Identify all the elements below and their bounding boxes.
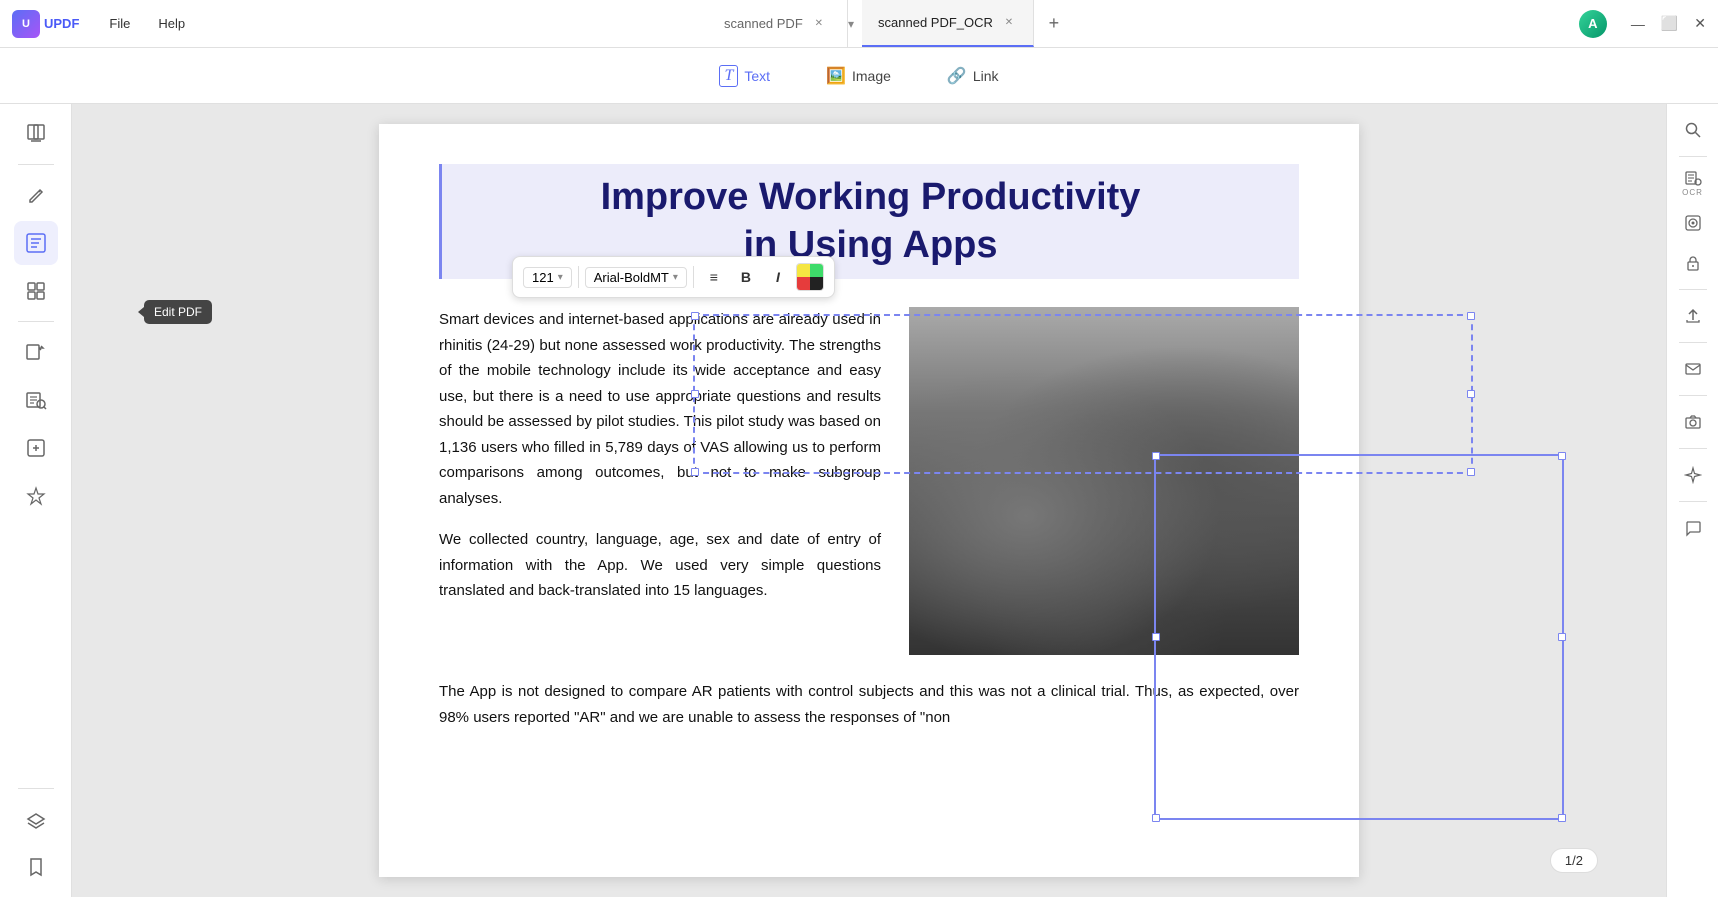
text-tool-button[interactable]: T Text [707, 59, 782, 93]
pdf-paragraph-1: Smart devices and internet-based applica… [439, 307, 881, 511]
sidebar-item-bookmarks[interactable] [14, 845, 58, 889]
main-toolbar: T Text 🖼️ Image 🔗 Link [0, 48, 1718, 104]
resize-handle-mr[interactable] [1467, 390, 1475, 398]
file-menu[interactable]: File [95, 12, 144, 35]
tab-dropdown-icon[interactable]: ▾ [848, 17, 854, 31]
right-divider-4 [1679, 395, 1707, 396]
sidebar-item-compress[interactable] [14, 426, 58, 470]
sidebar-item-convert[interactable] [14, 330, 58, 374]
search-icon-right[interactable] [1675, 112, 1711, 148]
font-name-select[interactable]: Arial-BoldMT ▾ [585, 267, 687, 288]
sidebar-divider-2 [18, 321, 54, 322]
sidebar-divider-3 [18, 788, 54, 789]
page-number-badge: 1/2 [1550, 848, 1598, 873]
minimize-button[interactable]: — [1631, 16, 1645, 32]
close-button[interactable]: ✕ [1694, 15, 1706, 32]
sidebar-item-annotate[interactable] [14, 173, 58, 217]
pdf-content: Improve Working Productivity in Using Ap… [379, 124, 1359, 770]
pdf-document: Improve Working Productivity in Using Ap… [379, 124, 1359, 877]
pdf-embedded-image [909, 307, 1299, 655]
align-button[interactable]: ≡ [700, 263, 728, 291]
right-divider-5 [1679, 448, 1707, 449]
tab-scanned-pdf-ocr[interactable]: scanned PDF_OCR ✕ [862, 0, 1034, 47]
sidebar-item-ocr[interactable] [14, 378, 58, 422]
pdf-image-column [909, 307, 1299, 655]
scan-icon-right[interactable] [1675, 205, 1711, 241]
title-bar: U UPDF File Help scanned PDF ✕ ▾ scanned… [0, 0, 1718, 48]
right-divider-6 [1679, 501, 1707, 502]
pdf-footer-paragraph: The App is not designed to compare AR pa… [439, 679, 1299, 730]
ocr-right-icon[interactable]: OCR [1675, 165, 1711, 201]
toolbar-divider-2 [693, 266, 694, 288]
image-scene [909, 307, 1299, 655]
edit-pdf-tooltip: Edit PDF [144, 300, 212, 324]
italic-button[interactable]: I [764, 263, 792, 291]
sparkle-icon-right[interactable] [1675, 457, 1711, 493]
main-layout: 121 ▾ Arial-BoldMT ▾ ≡ B I Edit PDF [0, 104, 1718, 897]
sidebar-item-reader[interactable] [14, 112, 58, 156]
camera-icon-right[interactable] [1675, 404, 1711, 440]
bold-button[interactable]: B [732, 263, 760, 291]
pdf-paragraph-2: We collected country, language, age, sex… [439, 527, 881, 604]
font-size-select[interactable]: 121 ▾ [523, 267, 572, 288]
img-resize-mr[interactable] [1558, 633, 1566, 641]
ocr-right-label: OCR [1682, 188, 1703, 197]
left-sidebar [0, 104, 72, 897]
sidebar-divider-1 [18, 164, 54, 165]
maximize-button[interactable]: ⬜ [1661, 15, 1678, 32]
img-resize-tr[interactable] [1558, 452, 1566, 460]
right-divider-1 [1679, 156, 1707, 157]
content-area: 121 ▾ Arial-BoldMT ▾ ≡ B I Edit PDF [72, 104, 1666, 897]
font-size-arrow: ▾ [558, 272, 563, 283]
right-sidebar: OCR [1666, 104, 1718, 897]
tab1-close-icon[interactable]: ✕ [811, 16, 827, 32]
link-tool-icon: 🔗 [947, 66, 967, 86]
chat-icon-right[interactable] [1675, 510, 1711, 546]
user-avatar[interactable]: A [1579, 10, 1607, 38]
help-menu[interactable]: Help [144, 12, 199, 35]
window-controls: — ⬜ ✕ [1631, 15, 1706, 32]
link-tool-button[interactable]: 🔗 Link [935, 60, 1011, 92]
color-picker-button[interactable] [796, 263, 824, 291]
pdf-text-column: Smart devices and internet-based applica… [439, 307, 881, 604]
logo-icon: U [12, 10, 40, 38]
font-name-arrow: ▾ [673, 272, 678, 283]
email-icon-right[interactable] [1675, 351, 1711, 387]
tab-scanned-pdf[interactable]: scanned PDF ✕ [708, 0, 848, 47]
sidebar-item-edit-pdf[interactable] [14, 221, 58, 265]
toolbar-divider-1 [578, 266, 579, 288]
format-toolbar: 121 ▾ Arial-BoldMT ▾ ≡ B I [512, 256, 835, 298]
lock-icon-right[interactable] [1675, 245, 1711, 281]
tab-add-button[interactable]: + [1038, 8, 1070, 40]
sidebar-item-organize[interactable] [14, 269, 58, 313]
img-resize-bl[interactable] [1152, 814, 1160, 822]
share-icon-right[interactable] [1675, 298, 1711, 334]
image-tool-icon: 🖼️ [826, 66, 846, 86]
img-resize-br[interactable] [1558, 814, 1566, 822]
tooltip-arrow [138, 307, 144, 317]
tab-bar: scanned PDF ✕ ▾ scanned PDF_OCR ✕ + [708, 0, 1070, 47]
sidebar-item-layers[interactable] [14, 797, 58, 841]
right-divider-3 [1679, 342, 1707, 343]
app-logo: U UPDF [12, 10, 79, 38]
resize-handle-br[interactable] [1467, 468, 1475, 476]
pdf-body: Smart devices and internet-based applica… [439, 307, 1299, 655]
resize-handle-tr[interactable] [1467, 312, 1475, 320]
right-divider-2 [1679, 289, 1707, 290]
image-tool-button[interactable]: 🖼️ Image [814, 60, 903, 92]
tab2-close-icon[interactable]: ✕ [1001, 15, 1017, 31]
sidebar-item-ai[interactable] [14, 474, 58, 518]
text-tool-icon: T [719, 65, 738, 87]
